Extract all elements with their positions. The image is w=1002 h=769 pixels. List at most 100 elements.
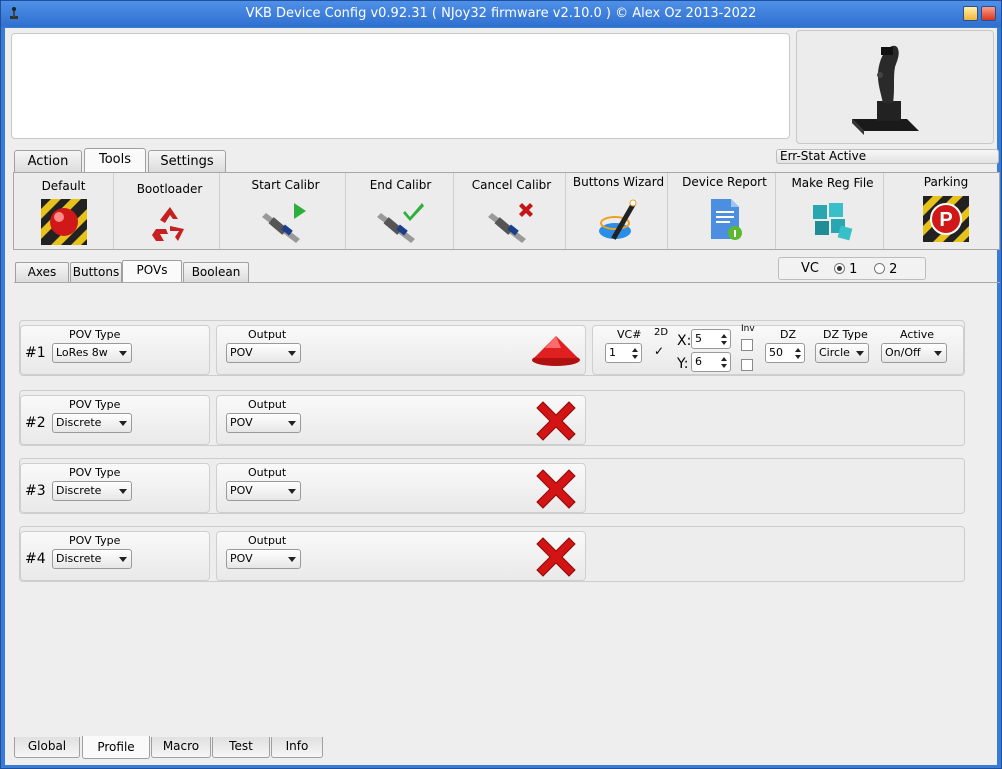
tab-tools[interactable]: Tools (84, 148, 146, 172)
device-report-button[interactable]: Device Report (674, 173, 776, 249)
output-select[interactable]: POV (226, 481, 301, 501)
bootloader-label: Bootloader (136, 182, 203, 196)
output-select[interactable]: POV (226, 413, 301, 433)
close-button[interactable] (981, 6, 996, 21)
window-title: VKB Device Config v0.92.31 ( NJoy32 firm… (245, 6, 757, 21)
output-select[interactable]: POV (226, 343, 301, 363)
subtab-axes[interactable]: Axes (15, 262, 69, 282)
pov-number: #3 (25, 483, 46, 499)
maximize-button[interactable] (963, 6, 978, 21)
wizard-wand-icon (598, 199, 636, 240)
tab-action[interactable]: Action (14, 150, 82, 172)
x-spinner[interactable]: 5 (691, 329, 731, 349)
buttons-wizard-button[interactable]: Buttons Wizard (570, 173, 668, 249)
pov-number: #4 (25, 551, 46, 567)
pov-type-caption: POV Type (69, 328, 121, 341)
tab-profile[interactable]: Profile (82, 736, 150, 759)
tab-global[interactable]: Global (14, 737, 80, 758)
pov-row-3: #3 POV Type Discrete Output POV (19, 458, 965, 514)
output-group: Output POV (216, 531, 586, 581)
vc-selector: VC 1 2 (778, 257, 926, 280)
twod-checkbox[interactable]: ✓ (653, 345, 665, 358)
red-x-icon (536, 401, 576, 441)
vc-radio-2[interactable]: 2 (874, 262, 897, 277)
red-x-icon (536, 537, 576, 577)
client-area: Err-Stat Active Action Tools Settings De… (5, 28, 1000, 765)
tab-test[interactable]: Test (212, 737, 270, 758)
tab-info[interactable]: Info (271, 737, 323, 758)
pov-number: #1 (25, 345, 46, 361)
vc-label: VC (801, 261, 819, 276)
pov-type-select[interactable]: Discrete (52, 481, 132, 501)
vc-num-spinner[interactable]: 1 (605, 343, 642, 363)
end-calibr-button[interactable]: End Calibr (348, 173, 454, 249)
parking-label: Parking (923, 175, 969, 189)
inv-x-checkbox[interactable] (741, 339, 753, 351)
app-window: VKB Device Config v0.92.31 ( NJoy32 firm… (0, 0, 1002, 769)
dz-caption: DZ (780, 328, 797, 341)
err-stat-status: Err-Stat Active (776, 149, 999, 164)
start-calibr-button[interactable]: Start Calibr (226, 173, 346, 249)
dz-spinner[interactable]: 50 (765, 343, 805, 363)
cancel-calibr-label: Cancel Calibr (471, 178, 552, 192)
subtab-boolean[interactable]: Boolean (183, 262, 249, 282)
vc-num-caption: VC# (617, 328, 642, 341)
pov-hat-icon (532, 336, 580, 366)
pov-type-select[interactable]: Discrete (52, 549, 132, 569)
pov-type-group: #3 POV Type Discrete (20, 463, 210, 513)
red-ball-icon (40, 199, 87, 245)
pov-type-select[interactable]: Discrete (52, 413, 132, 433)
buttons-wizard-label: Buttons Wizard (572, 175, 665, 189)
log-panel (11, 33, 790, 139)
tab-settings[interactable]: Settings (148, 150, 226, 172)
inv-y-checkbox[interactable] (741, 359, 753, 371)
joystick-image (852, 45, 919, 135)
device-image-panel (796, 30, 994, 144)
make-reg-file-label: Make Reg File (791, 176, 874, 190)
dz-type-select[interactable]: Circle (815, 343, 869, 363)
svg-text:P: P (939, 209, 952, 231)
parking-icon: P (923, 196, 969, 242)
inv-caption: Inv (741, 324, 755, 334)
pov-row-4: #4 POV Type Discrete Output POV (19, 526, 965, 582)
pov-row-2: #2 POV Type Discrete Output POV (19, 390, 965, 446)
parking-button[interactable]: Parking P (892, 173, 1000, 249)
default-label: Default (41, 179, 86, 193)
y-spinner[interactable]: 6 (691, 352, 731, 372)
pov-type-select[interactable]: LoRes 8w (52, 343, 132, 363)
tab-macro[interactable]: Macro (151, 737, 211, 758)
make-reg-file-button[interactable]: Make Reg File (782, 173, 884, 249)
subtab-buttons[interactable]: Buttons (70, 262, 122, 282)
bootloader-button[interactable]: Bootloader (120, 173, 220, 249)
subtab-povs[interactable]: POVs (122, 260, 182, 282)
output-caption: Output (248, 398, 287, 411)
active-caption: Active (900, 328, 935, 341)
x-label: X: (677, 333, 692, 349)
title-bar[interactable]: VKB Device Config v0.92.31 ( NJoy32 firm… (1, 1, 1001, 27)
pov-type-caption: POV Type (69, 534, 121, 547)
device-report-label: Device Report (682, 175, 767, 189)
pov-type-group: #4 POV Type Discrete (20, 531, 210, 581)
end-calibr-label: End Calibr (369, 178, 432, 192)
output-group: Output POV (216, 463, 586, 513)
pov-type-group: #2 POV Type Discrete (20, 395, 210, 445)
default-button[interactable]: Default (14, 173, 114, 249)
tools-toolbar: Default Bootloader Start Calibr End Cali… (13, 172, 1000, 250)
output-caption: Output (248, 534, 287, 547)
output-caption: Output (248, 466, 287, 479)
pov1-options: VC# 1 2D ✓ X: 5 Y: 6 Inv DZ 50 DZ Type C… (592, 324, 964, 375)
active-select[interactable]: On/Off (881, 343, 947, 363)
registry-cubes-icon (812, 203, 852, 241)
output-caption: Output (248, 328, 287, 341)
start-calibr-label: Start Calibr (251, 178, 320, 192)
caliper-check-icon (376, 203, 424, 243)
output-group: Output POV (216, 325, 586, 375)
red-x-icon (536, 469, 576, 509)
output-select[interactable]: POV (226, 549, 301, 569)
pov-type-group: #1 POV Type LoRes 8w (20, 325, 210, 375)
cancel-calibr-button[interactable]: Cancel Calibr (458, 173, 566, 249)
caliper-play-icon (261, 203, 306, 243)
vc-radio-1[interactable]: 1 (834, 262, 857, 277)
dz-type-caption: DZ Type (823, 328, 868, 341)
y-label: Y: (677, 356, 689, 372)
